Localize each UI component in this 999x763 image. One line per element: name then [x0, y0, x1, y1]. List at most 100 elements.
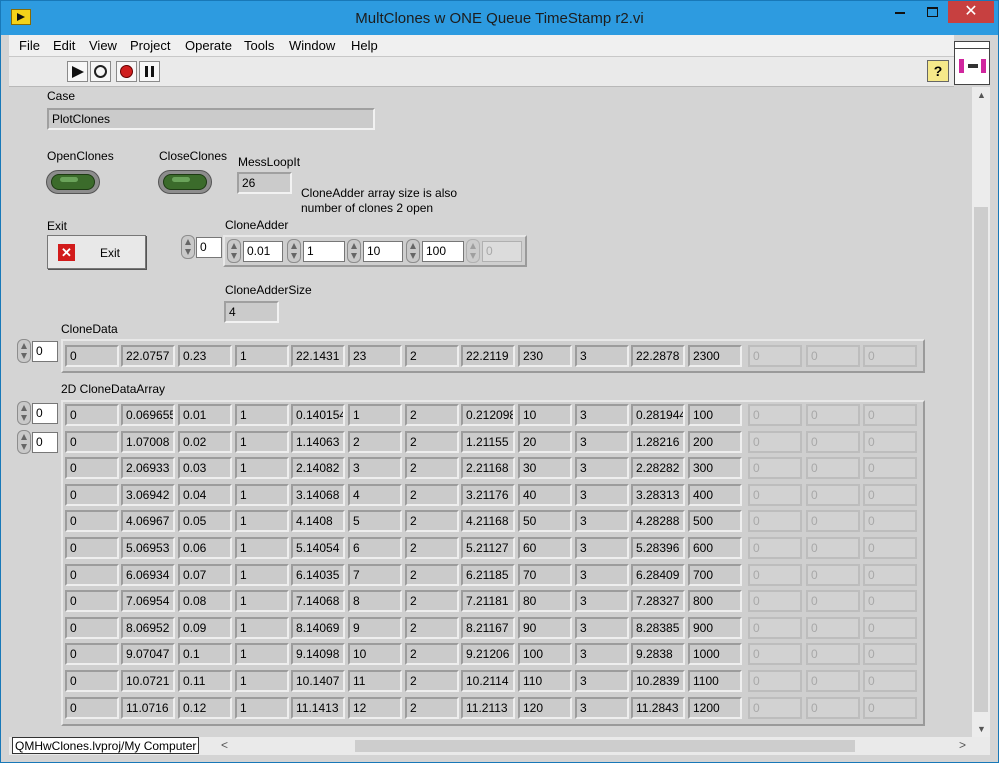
- array-cell: 4.28288: [631, 510, 685, 533]
- array-cell: 8: [348, 590, 402, 613]
- clone-adder-element[interactable]: 100: [422, 241, 464, 262]
- exit-button[interactable]: ✕ Exit: [47, 235, 146, 269]
- array-cell: 11.2113: [461, 696, 515, 719]
- increment-spinner[interactable]: [347, 239, 361, 263]
- array-cell: 0: [65, 430, 119, 453]
- menu-view[interactable]: View: [89, 38, 117, 53]
- clone-data-index-spinner[interactable]: [17, 339, 31, 363]
- pause-button[interactable]: [139, 61, 160, 82]
- horizontal-scroll-thumb[interactable]: [355, 740, 855, 752]
- array-cell: 4: [348, 483, 402, 506]
- array-cell-empty: 0: [863, 404, 917, 426]
- array-cell: 1: [348, 404, 402, 426]
- array-cell: 8.21167: [461, 616, 515, 639]
- array-cell: 3: [575, 670, 629, 692]
- context-help-button[interactable]: ?: [927, 60, 949, 82]
- array-cell: 0.01: [178, 404, 232, 426]
- scroll-up-icon[interactable]: ▲: [977, 90, 986, 100]
- exit-label: Exit: [47, 219, 68, 233]
- menu-tools[interactable]: Tools: [244, 38, 274, 53]
- menu-edit[interactable]: Edit: [53, 38, 75, 53]
- clone-data-label: CloneData: [61, 322, 118, 336]
- increment-spinner[interactable]: [287, 239, 301, 263]
- array-cell: 22.2878: [631, 345, 685, 367]
- title-bar[interactable]: MultClones w ONE Queue TimeStamp r2.vi ✕: [1, 1, 998, 35]
- run-continuously-button[interactable]: [90, 61, 111, 82]
- array-cell: 0: [65, 590, 119, 613]
- clone-adder-index[interactable]: 0: [196, 237, 222, 258]
- array-cell: 2: [405, 430, 459, 453]
- column-index[interactable]: 0: [32, 432, 58, 453]
- vi-window: MultClones w ONE Queue TimeStamp r2.vi ✕…: [0, 0, 999, 763]
- array-cell: 2: [405, 537, 459, 559]
- array-cell: 6.28409: [631, 563, 685, 586]
- array-cell: 0: [65, 696, 119, 719]
- vertical-scroll-thumb[interactable]: [974, 207, 988, 712]
- array-cell-empty: 0: [863, 457, 917, 480]
- array-cell: 9.2838: [631, 643, 685, 666]
- menu-bar: File Edit View Project Operate Tools Win…: [9, 35, 954, 57]
- clone-data-index[interactable]: 0: [32, 341, 58, 362]
- close-clones-button[interactable]: [158, 170, 212, 194]
- clone-adder-element[interactable]: 10: [363, 241, 403, 262]
- array-cell: 30: [518, 457, 572, 480]
- clone-adder-index-spinner[interactable]: [181, 235, 195, 259]
- array-cell: 3: [348, 457, 402, 480]
- array-cell: 20: [518, 430, 572, 453]
- run-button[interactable]: [67, 61, 88, 82]
- menu-window[interactable]: Window: [289, 38, 335, 53]
- array-cell: 1: [235, 345, 289, 367]
- array-cell: 1.28216: [631, 430, 685, 453]
- row-index[interactable]: 0: [32, 403, 58, 424]
- array-cell: 10.0721: [121, 670, 175, 692]
- menu-operate[interactable]: Operate: [185, 38, 232, 53]
- abort-button[interactable]: [116, 61, 137, 82]
- array-cell-empty: 0: [748, 537, 802, 559]
- array-cell: 0: [65, 563, 119, 586]
- array-cell: 5.06953: [121, 537, 175, 559]
- array-cell: 4.21168: [461, 510, 515, 533]
- array-cell: 2: [405, 457, 459, 480]
- menu-help[interactable]: Help: [351, 38, 378, 53]
- array-cell: 23: [348, 345, 402, 367]
- minimize-button[interactable]: [883, 1, 917, 23]
- array-cell-empty: 0: [748, 590, 802, 613]
- row-index-spinner[interactable]: [17, 401, 31, 425]
- scroll-right-icon[interactable]: >: [959, 738, 966, 752]
- array-cell-empty: 0: [806, 483, 860, 506]
- column-index-spinner[interactable]: [17, 430, 31, 454]
- array-cell-empty: 0: [748, 430, 802, 453]
- menu-file[interactable]: File: [19, 38, 40, 53]
- array-cell: 1200: [688, 696, 742, 719]
- array-cell: 1: [235, 537, 289, 559]
- array-cell: 0.212098: [461, 404, 515, 426]
- array-cell: 2: [405, 643, 459, 666]
- menu-project[interactable]: Project: [130, 38, 170, 53]
- maximize-button[interactable]: [915, 1, 949, 23]
- scroll-left-icon[interactable]: <: [221, 738, 228, 752]
- vertical-scrollbar[interactable]: ▲ ▼: [972, 87, 990, 737]
- close-button[interactable]: ✕: [948, 1, 994, 23]
- scroll-down-icon[interactable]: ▼: [977, 724, 986, 734]
- array-cell: 7.06954: [121, 590, 175, 613]
- array-cell: 0: [65, 643, 119, 666]
- clone-adder-element[interactable]: 0.01: [243, 241, 283, 262]
- increment-spinner[interactable]: [227, 239, 241, 263]
- array-cell-empty: 0: [806, 563, 860, 586]
- open-clones-button[interactable]: [46, 170, 100, 194]
- array-cell-empty: 0: [863, 537, 917, 559]
- array-cell: 2: [405, 510, 459, 533]
- increment-spinner[interactable]: [406, 239, 420, 263]
- connector-pane-icon[interactable]: [954, 41, 990, 85]
- array-cell-empty: 0: [863, 430, 917, 453]
- array-cell: 2.06933: [121, 457, 175, 480]
- array-cell: 2: [405, 404, 459, 426]
- array-cell-empty: 0: [863, 510, 917, 533]
- array-cell: 1.14063: [291, 430, 345, 453]
- array-cell: 2: [405, 696, 459, 719]
- array-cell: 3: [575, 430, 629, 453]
- status-bar: QMHwClones.lvproj/My Computer < >: [9, 737, 990, 755]
- clone-adder-element[interactable]: 1: [303, 241, 345, 262]
- connector-divider: [955, 48, 989, 49]
- array-cell-empty: 0: [863, 590, 917, 613]
